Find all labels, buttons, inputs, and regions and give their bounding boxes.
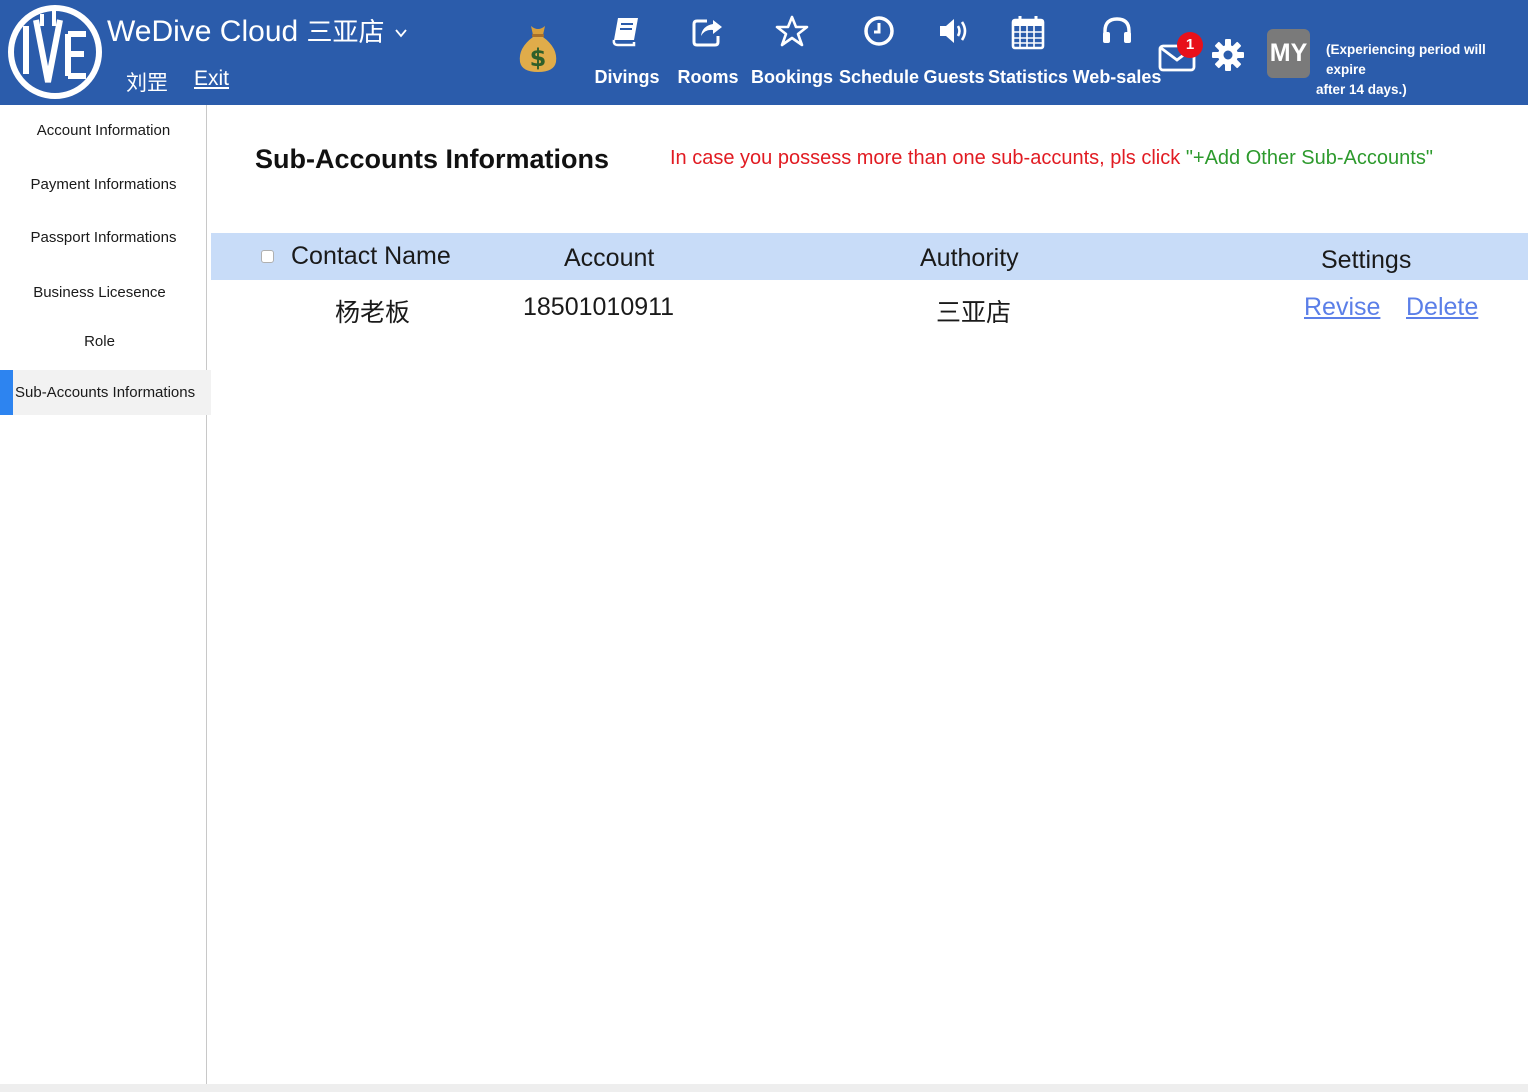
- nav-divings[interactable]: Divings: [592, 8, 662, 96]
- column-header-account: Account: [564, 244, 655, 272]
- share-icon: [692, 19, 722, 47]
- sidebar-item-business-licesence[interactable]: Business Licesence: [0, 284, 203, 301]
- column-header-settings: Settings: [1321, 246, 1412, 274]
- brand-title[interactable]: WeDive Cloud 三亚店: [107, 12, 407, 49]
- nav-label: Schedule: [838, 67, 920, 87]
- select-all-checkbox[interactable]: [261, 250, 274, 263]
- nav-guests[interactable]: Guests: [923, 8, 985, 96]
- wedive-logo-icon[interactable]: [6, 4, 104, 100]
- brand-name: WeDive Cloud: [107, 15, 299, 48]
- clock-icon: [864, 16, 894, 46]
- nav-label: Guests: [923, 67, 985, 87]
- nav-label: Rooms: [677, 67, 739, 87]
- trial-notice: (Experiencing period will expire after 1…: [1316, 40, 1526, 100]
- avatar[interactable]: MY: [1267, 29, 1310, 78]
- nav-statistics[interactable]: Statistics: [987, 8, 1069, 96]
- page-title: Sub-Accounts Informations: [255, 144, 610, 174]
- sidebar-item-sub-accounts-informations[interactable]: Sub-Accounts Informations: [0, 370, 211, 415]
- add-other-sub-accounts-link[interactable]: "+Add Other Sub-Accounts": [1186, 147, 1433, 169]
- sidebar: Account Information Payment Informations…: [0, 105, 211, 1084]
- cell-account: 18501010911: [523, 293, 675, 321]
- sidebar-item-role[interactable]: Role: [0, 333, 203, 350]
- nav-bookings[interactable]: Bookings: [750, 8, 834, 96]
- store-selector[interactable]: 三亚店: [307, 17, 385, 47]
- sidebar-item-payment-informations[interactable]: Payment Informations: [0, 176, 207, 193]
- headphones-icon: [1103, 17, 1131, 43]
- trial-notice-line: after 14 days.): [1316, 82, 1407, 97]
- nav-label: Bookings: [750, 67, 834, 87]
- chevron-down-icon[interactable]: [395, 27, 407, 39]
- hint-text: In case you possess more than one sub-ac…: [670, 147, 1186, 169]
- nav-label: Web-sales: [1072, 67, 1162, 87]
- column-header-authority: Authority: [920, 244, 1019, 272]
- nav-rooms[interactable]: Rooms: [673, 8, 743, 96]
- revise-link[interactable]: Revise: [1304, 293, 1380, 322]
- sidebar-item-account-information[interactable]: Account Information: [0, 122, 207, 139]
- book-icon: [612, 18, 638, 47]
- trial-notice-line: (Experiencing period will expire: [1326, 42, 1486, 77]
- column-header-contact-name: Contact Name: [291, 242, 451, 270]
- nav-schedule[interactable]: Schedule: [838, 8, 920, 96]
- svg-text:$: $: [530, 44, 547, 72]
- delete-link[interactable]: Delete: [1406, 293, 1478, 322]
- cell-authority: 三亚店: [936, 299, 1012, 327]
- add-sub-account-hint: In case you possess more than one sub-ac…: [670, 147, 1433, 170]
- current-user-name: 刘罡: [126, 72, 168, 95]
- sidebar-item-passport-informations[interactable]: Passport Informations: [0, 229, 207, 246]
- speaker-icon: [940, 19, 967, 43]
- top-header: WeDive Cloud 三亚店 刘罡 Exit $ Divings Rooms: [0, 0, 1528, 105]
- gear-icon[interactable]: [1211, 38, 1245, 72]
- calendar-icon: [1011, 16, 1045, 50]
- money-bag-icon[interactable]: $: [516, 22, 560, 74]
- nav-label: Statistics: [987, 67, 1069, 87]
- exit-link[interactable]: Exit: [194, 67, 229, 91]
- star-icon: [775, 15, 809, 47]
- nav-web-sales[interactable]: Web-sales: [1073, 8, 1161, 96]
- nav-label: Divings: [594, 67, 660, 87]
- cell-contact-name: 杨老板: [335, 299, 411, 327]
- unread-count-badge: 1: [1177, 32, 1203, 58]
- bottom-scroll-strip: [0, 1084, 1528, 1092]
